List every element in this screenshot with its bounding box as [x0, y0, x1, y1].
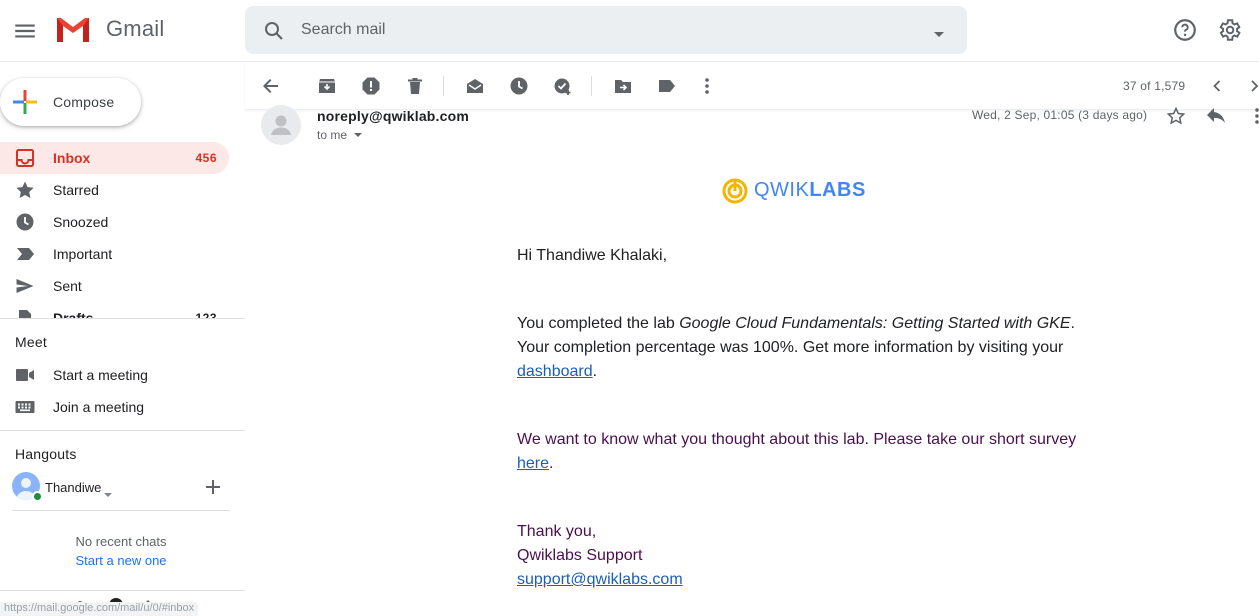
newer-chevron-left-icon[interactable] — [1207, 76, 1227, 96]
message-date: Wed, 2 Sep, 01:05 (3 days ago) — [972, 108, 1148, 122]
gmail-envelope-icon — [57, 18, 89, 42]
compose-label: Compose — [53, 94, 115, 110]
important-icon — [15, 244, 35, 264]
snooze-clock-icon[interactable] — [509, 76, 529, 96]
start-new-chat-link[interactable]: Start a new one — [0, 553, 242, 568]
sidebar-item-label: Important — [53, 246, 113, 262]
compose-button[interactable]: Compose — [0, 78, 141, 126]
sender-email[interactable]: noreply@qwiklab.com — [317, 108, 469, 124]
dashboard-link[interactable]: dashboard — [517, 363, 593, 380]
sidebar-item-label: Snoozed — [53, 214, 109, 230]
compose-plus-icon — [13, 90, 37, 119]
hangouts-divider — [12, 510, 230, 511]
report-spam-icon[interactable] — [361, 76, 381, 96]
sidebar-item-label: Starred — [53, 182, 99, 198]
search-bar[interactable] — [245, 6, 967, 54]
sidebar-item-snoozed[interactable]: Snoozed — [0, 206, 229, 238]
move-to-folder-icon[interactable] — [613, 76, 633, 96]
draft-icon — [15, 308, 35, 318]
sidebar-item-important[interactable]: Important — [0, 238, 229, 270]
recipient-details[interactable]: to me — [317, 128, 363, 142]
clock-icon — [15, 212, 35, 232]
qwiklabs-logo: QWIKLABS — [722, 176, 866, 204]
older-chevron-right-icon[interactable] — [1247, 76, 1259, 96]
sign-off-team: Qwiklabs Support — [517, 547, 643, 564]
sidebar-item-sent[interactable]: Sent — [0, 270, 229, 302]
settings-gear-icon[interactable] — [1216, 17, 1242, 48]
search-input[interactable] — [301, 18, 901, 42]
search-options-icon[interactable] — [933, 26, 945, 44]
sidebar-item-label: Drafts — [53, 310, 94, 318]
mark-unread-envelope-icon[interactable] — [465, 76, 485, 96]
keyboard-icon — [15, 398, 35, 421]
greeting: Hi Thandiwe Khalaki, — [517, 247, 668, 264]
sidebar-item-label: Inbox — [53, 150, 91, 166]
hangouts-user-name: Thandiwe — [45, 480, 102, 495]
message-more-icon[interactable] — [1247, 106, 1259, 131]
recipient-label: to me — [317, 128, 348, 142]
lab-name: Google Cloud Fundamentals: Getting Start… — [679, 315, 1071, 332]
star-icon — [15, 180, 35, 200]
toolbar-divider — [591, 76, 592, 96]
chevron-down-icon[interactable] — [354, 133, 363, 138]
draft-count: 123 — [195, 311, 217, 318]
hangouts-section-title: Hangouts — [15, 446, 77, 462]
inbox-icon — [15, 148, 35, 168]
back-arrow-icon[interactable] — [261, 76, 281, 96]
chevron-down-icon[interactable] — [104, 485, 112, 503]
reply-arrow-icon[interactable] — [1206, 106, 1226, 131]
label-tag-icon[interactable] — [657, 76, 677, 96]
start-meeting-item[interactable]: Start a meeting — [0, 359, 229, 391]
support-email-row: support@qwiklabs.com — [517, 568, 1077, 592]
app-name: Gmail — [106, 16, 165, 41]
meet-item-label: Join a meeting — [53, 399, 145, 415]
sender-avatar — [261, 105, 301, 145]
add-to-tasks-icon[interactable] — [553, 76, 573, 96]
online-status-dot — [32, 491, 43, 502]
toolbar-divider — [443, 76, 444, 96]
archive-icon[interactable] — [317, 76, 337, 96]
support-email-link[interactable]: support@qwiklabs.com — [517, 571, 683, 588]
sidebar-divider — [0, 430, 245, 431]
status-bar-url: https://mail.google.com/mail/u/0/#inbox — [0, 602, 199, 616]
more-vertical-icon[interactable] — [697, 76, 717, 96]
survey-paragraph: We want to know what you thought about t… — [517, 431, 1077, 472]
qwiklabs-power-icon — [722, 178, 748, 204]
top-bar: Gmail — [0, 0, 1259, 62]
meet-item-label: Start a meeting — [53, 367, 148, 383]
message-toolbar: 37 of 1,579 — [245, 62, 1259, 110]
add-chat-plus-icon[interactable] — [205, 479, 221, 500]
sidebar-item-label: Sent — [53, 278, 82, 294]
gmail-logo[interactable]: Gmail — [54, 14, 164, 44]
sidebar-divider — [0, 318, 245, 319]
help-icon[interactable] — [1172, 17, 1198, 48]
qwiklabs-wordmark: QWIKLABS — [754, 178, 866, 201]
join-meeting-item[interactable]: Join a meeting — [0, 391, 229, 423]
send-icon — [15, 276, 35, 296]
main-menu-icon[interactable] — [12, 18, 38, 44]
video-camera-icon — [15, 366, 35, 389]
meet-section-title: Meet — [15, 334, 47, 350]
sidebar-item-starred[interactable]: Starred — [0, 174, 229, 206]
sidebar-nav: Inbox 456 Starred Snoozed Important Sent… — [0, 142, 245, 318]
delete-trash-icon[interactable] — [405, 76, 425, 96]
no-recent-chats-text: No recent chats — [75, 534, 167, 549]
survey-link[interactable]: here — [517, 455, 549, 472]
search-icon[interactable] — [262, 19, 286, 48]
pagination-count: 37 of 1,579 — [1123, 79, 1186, 93]
sidebar-item-inbox[interactable]: Inbox 456 — [0, 142, 229, 174]
unread-count: 456 — [195, 151, 217, 165]
star-outline-icon[interactable] — [1166, 106, 1186, 131]
completion-paragraph: You completed the lab Google Cloud Funda… — [517, 315, 1075, 380]
hangouts-user[interactable]: Thandiwe — [12, 472, 230, 504]
sidebar-item-drafts[interactable]: Drafts 123 — [0, 302, 229, 318]
sign-off-thanks: Thank you, — [517, 523, 597, 540]
